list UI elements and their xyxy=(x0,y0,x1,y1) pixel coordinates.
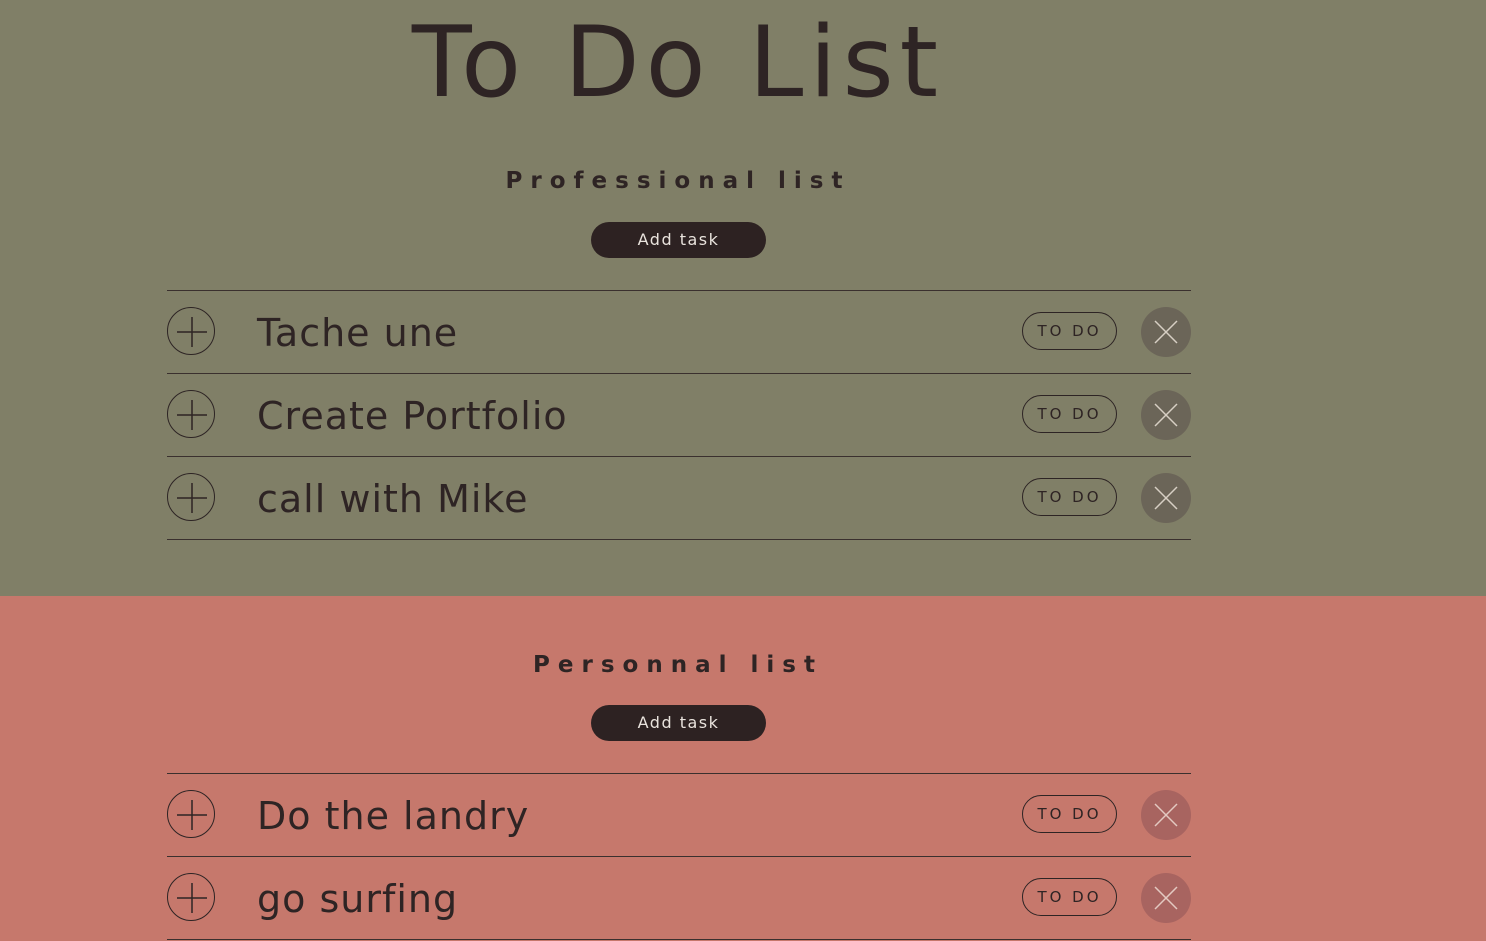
task-row: call with Mike TO DO xyxy=(167,457,1191,540)
plus-icon[interactable] xyxy=(167,390,215,438)
plus-icon[interactable] xyxy=(167,473,215,521)
personal-section: Personnal list Add task Do the landry TO… xyxy=(0,596,1486,941)
task-name: Tache une xyxy=(257,311,459,355)
task-row: go surfing TO DO xyxy=(167,857,1191,940)
status-badge[interactable]: TO DO xyxy=(1022,312,1117,350)
plus-icon[interactable] xyxy=(167,790,215,838)
add-task-button-personal[interactable]: Add task xyxy=(591,705,766,741)
status-badge[interactable]: TO DO xyxy=(1022,478,1117,516)
status-badge[interactable]: TO DO xyxy=(1022,878,1117,916)
page-title: To Do List xyxy=(411,6,945,120)
close-icon[interactable] xyxy=(1141,390,1191,440)
task-name: go surfing xyxy=(257,877,459,921)
professional-task-list: Tache une TO DO Create Portfolio TO DO c… xyxy=(167,290,1191,540)
task-name: call with Mike xyxy=(257,477,529,521)
task-name: Do the landry xyxy=(257,794,530,838)
plus-icon[interactable] xyxy=(167,873,215,921)
task-row: Create Portfolio TO DO xyxy=(167,374,1191,457)
plus-icon[interactable] xyxy=(167,307,215,355)
professional-list-title: Professional list xyxy=(505,168,851,194)
task-row: Do the landry TO DO xyxy=(167,774,1191,857)
status-badge[interactable]: TO DO xyxy=(1022,395,1117,433)
personal-task-list: Do the landry TO DO go surfing TO DO xyxy=(167,773,1191,940)
close-icon[interactable] xyxy=(1141,473,1191,523)
task-name: Create Portfolio xyxy=(257,394,568,438)
close-icon[interactable] xyxy=(1141,873,1191,923)
add-task-button-professional[interactable]: Add task xyxy=(591,222,766,258)
task-row: Tache une TO DO xyxy=(167,291,1191,374)
close-icon[interactable] xyxy=(1141,790,1191,840)
professional-section: To Do List Professional list Add task Ta… xyxy=(0,0,1486,596)
status-badge[interactable]: TO DO xyxy=(1022,795,1117,833)
personal-list-title: Personnal list xyxy=(533,652,823,678)
close-icon[interactable] xyxy=(1141,307,1191,357)
